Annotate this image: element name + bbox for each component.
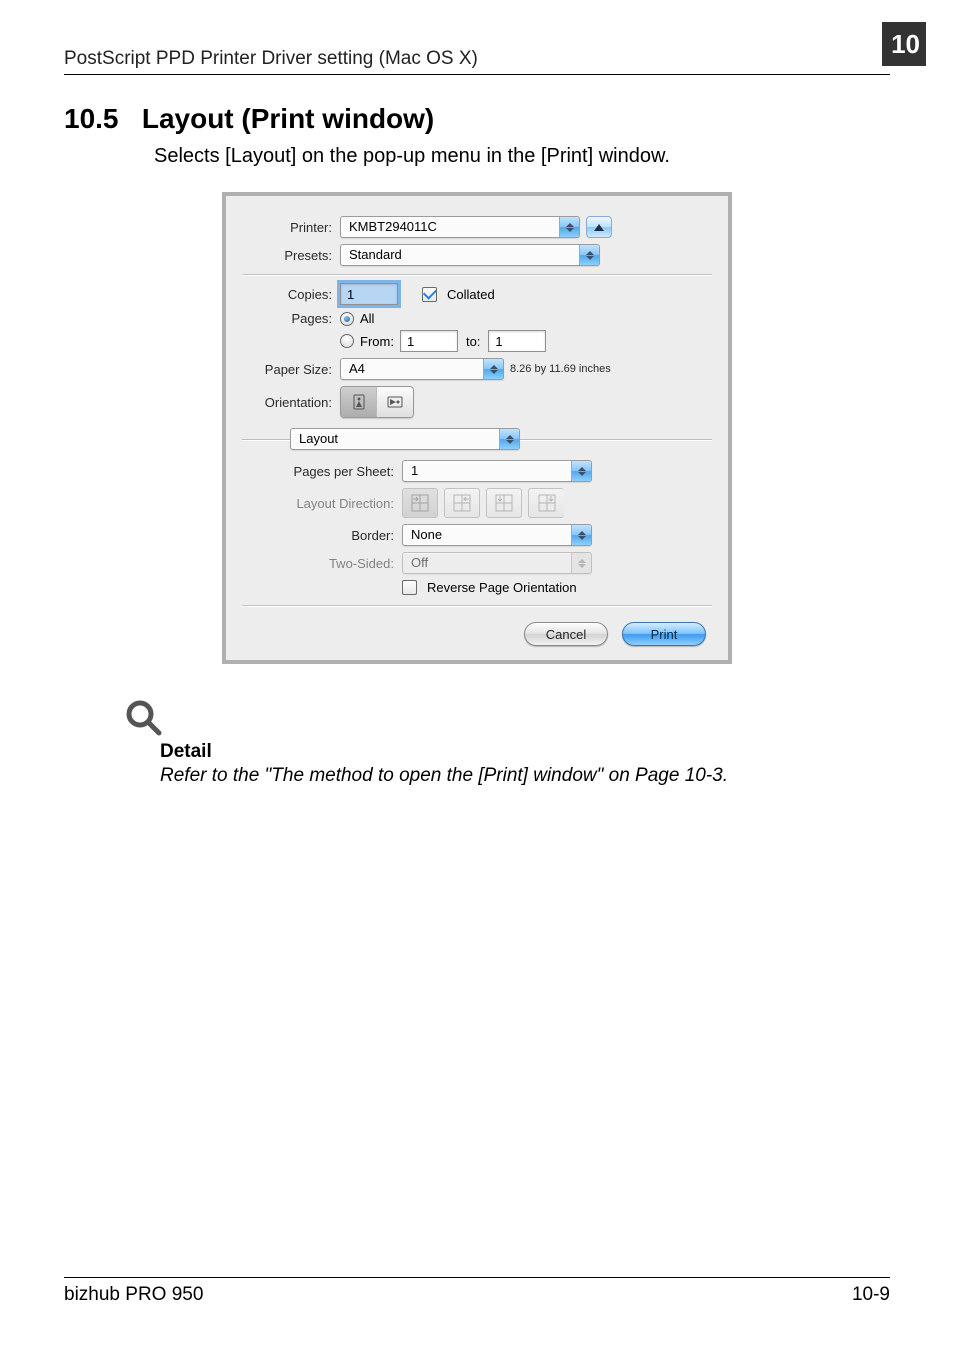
footer-page-number: 10-9 — [852, 1284, 890, 1306]
paper-size-label: Paper Size: — [242, 362, 340, 377]
layout-direction-3[interactable] — [486, 488, 522, 518]
border-value: None — [403, 525, 571, 545]
orientation-portrait[interactable] — [341, 387, 377, 417]
presets-label: Presets: — [242, 248, 340, 263]
section-intro: Selects [Layout] on the pop-up menu in t… — [154, 145, 890, 168]
two-sided-value: Off — [403, 553, 571, 573]
updown-icon — [483, 359, 503, 379]
border-dropdown[interactable]: None — [402, 524, 592, 546]
copies-label: Copies: — [242, 287, 340, 302]
two-sided-dropdown: Off — [402, 552, 592, 574]
triangle-up-icon — [594, 224, 604, 231]
border-label: Border: — [242, 528, 402, 543]
presets-dropdown[interactable]: Standard — [340, 244, 600, 266]
detail-heading: Detail — [160, 741, 890, 763]
updown-icon — [571, 461, 591, 481]
printer-value: KMBT294011C — [341, 217, 559, 237]
pages-from-label: From: — [360, 334, 394, 349]
copies-input[interactable] — [340, 283, 398, 305]
printer-label: Printer: — [242, 220, 340, 235]
print-button[interactable]: Print — [622, 622, 706, 646]
section-title: Layout (Print window) — [142, 103, 434, 134]
pages-from-input[interactable] — [400, 330, 458, 352]
collated-label: Collated — [447, 287, 495, 302]
updown-icon — [559, 217, 579, 237]
cancel-label: Cancel — [546, 627, 586, 642]
layout-direction-group — [402, 488, 564, 518]
updown-icon — [571, 525, 591, 545]
printer-dropdown[interactable]: KMBT294011C — [340, 216, 580, 238]
pages-all-label: All — [360, 311, 374, 326]
magnify-icon — [124, 725, 164, 742]
panel-dropdown[interactable]: Layout — [290, 428, 520, 450]
layout-direction-1[interactable] — [402, 488, 438, 518]
pages-to-input[interactable] — [488, 330, 546, 352]
panel-name: Layout — [291, 429, 499, 449]
orientation-label: Orientation: — [242, 395, 340, 410]
updown-icon — [571, 553, 591, 573]
printer-expand-button[interactable] — [586, 216, 612, 238]
reverse-page-label: Reverse Page Orientation — [427, 580, 577, 595]
pages-label: Pages: — [242, 311, 340, 326]
layout-direction-label: Layout Direction: — [242, 496, 402, 511]
updown-icon — [579, 245, 599, 265]
pages-all-radio[interactable] — [340, 312, 354, 326]
layout-direction-2[interactable] — [444, 488, 480, 518]
chapter-tab: 10 — [882, 22, 926, 66]
pages-to-label: to: — [466, 334, 480, 349]
page-title: PostScript PPD Printer Driver setting (M… — [64, 48, 478, 70]
pages-per-sheet-dropdown[interactable]: 1 — [402, 460, 592, 482]
chapter-number: 10 — [891, 29, 920, 60]
two-sided-label: Two-Sided: — [242, 556, 402, 571]
pages-from-radio[interactable] — [340, 334, 354, 348]
orientation-segment — [340, 386, 414, 418]
presets-value: Standard — [341, 245, 579, 265]
print-label: Print — [651, 627, 678, 642]
paper-dimensions: 8.26 by 11.69 inches — [510, 363, 611, 375]
paper-size-value: A4 — [341, 359, 483, 379]
footer-product: bizhub PRO 950 — [64, 1284, 203, 1306]
reverse-page-checkbox[interactable] — [402, 580, 417, 595]
print-dialog: Printer: KMBT294011C Presets: — [222, 192, 732, 664]
layout-direction-4[interactable] — [528, 488, 564, 518]
section-number: 10.5 — [64, 103, 119, 134]
updown-icon — [499, 429, 519, 449]
pages-per-sheet-label: Pages per Sheet: — [242, 464, 402, 479]
paper-size-dropdown[interactable]: A4 — [340, 358, 504, 380]
orientation-landscape[interactable] — [377, 387, 413, 417]
detail-body: Refer to the "The method to open the [Pr… — [160, 765, 890, 787]
collated-checkbox[interactable] — [422, 287, 437, 302]
cancel-button[interactable]: Cancel — [524, 622, 608, 646]
pages-per-sheet-value: 1 — [403, 461, 571, 481]
